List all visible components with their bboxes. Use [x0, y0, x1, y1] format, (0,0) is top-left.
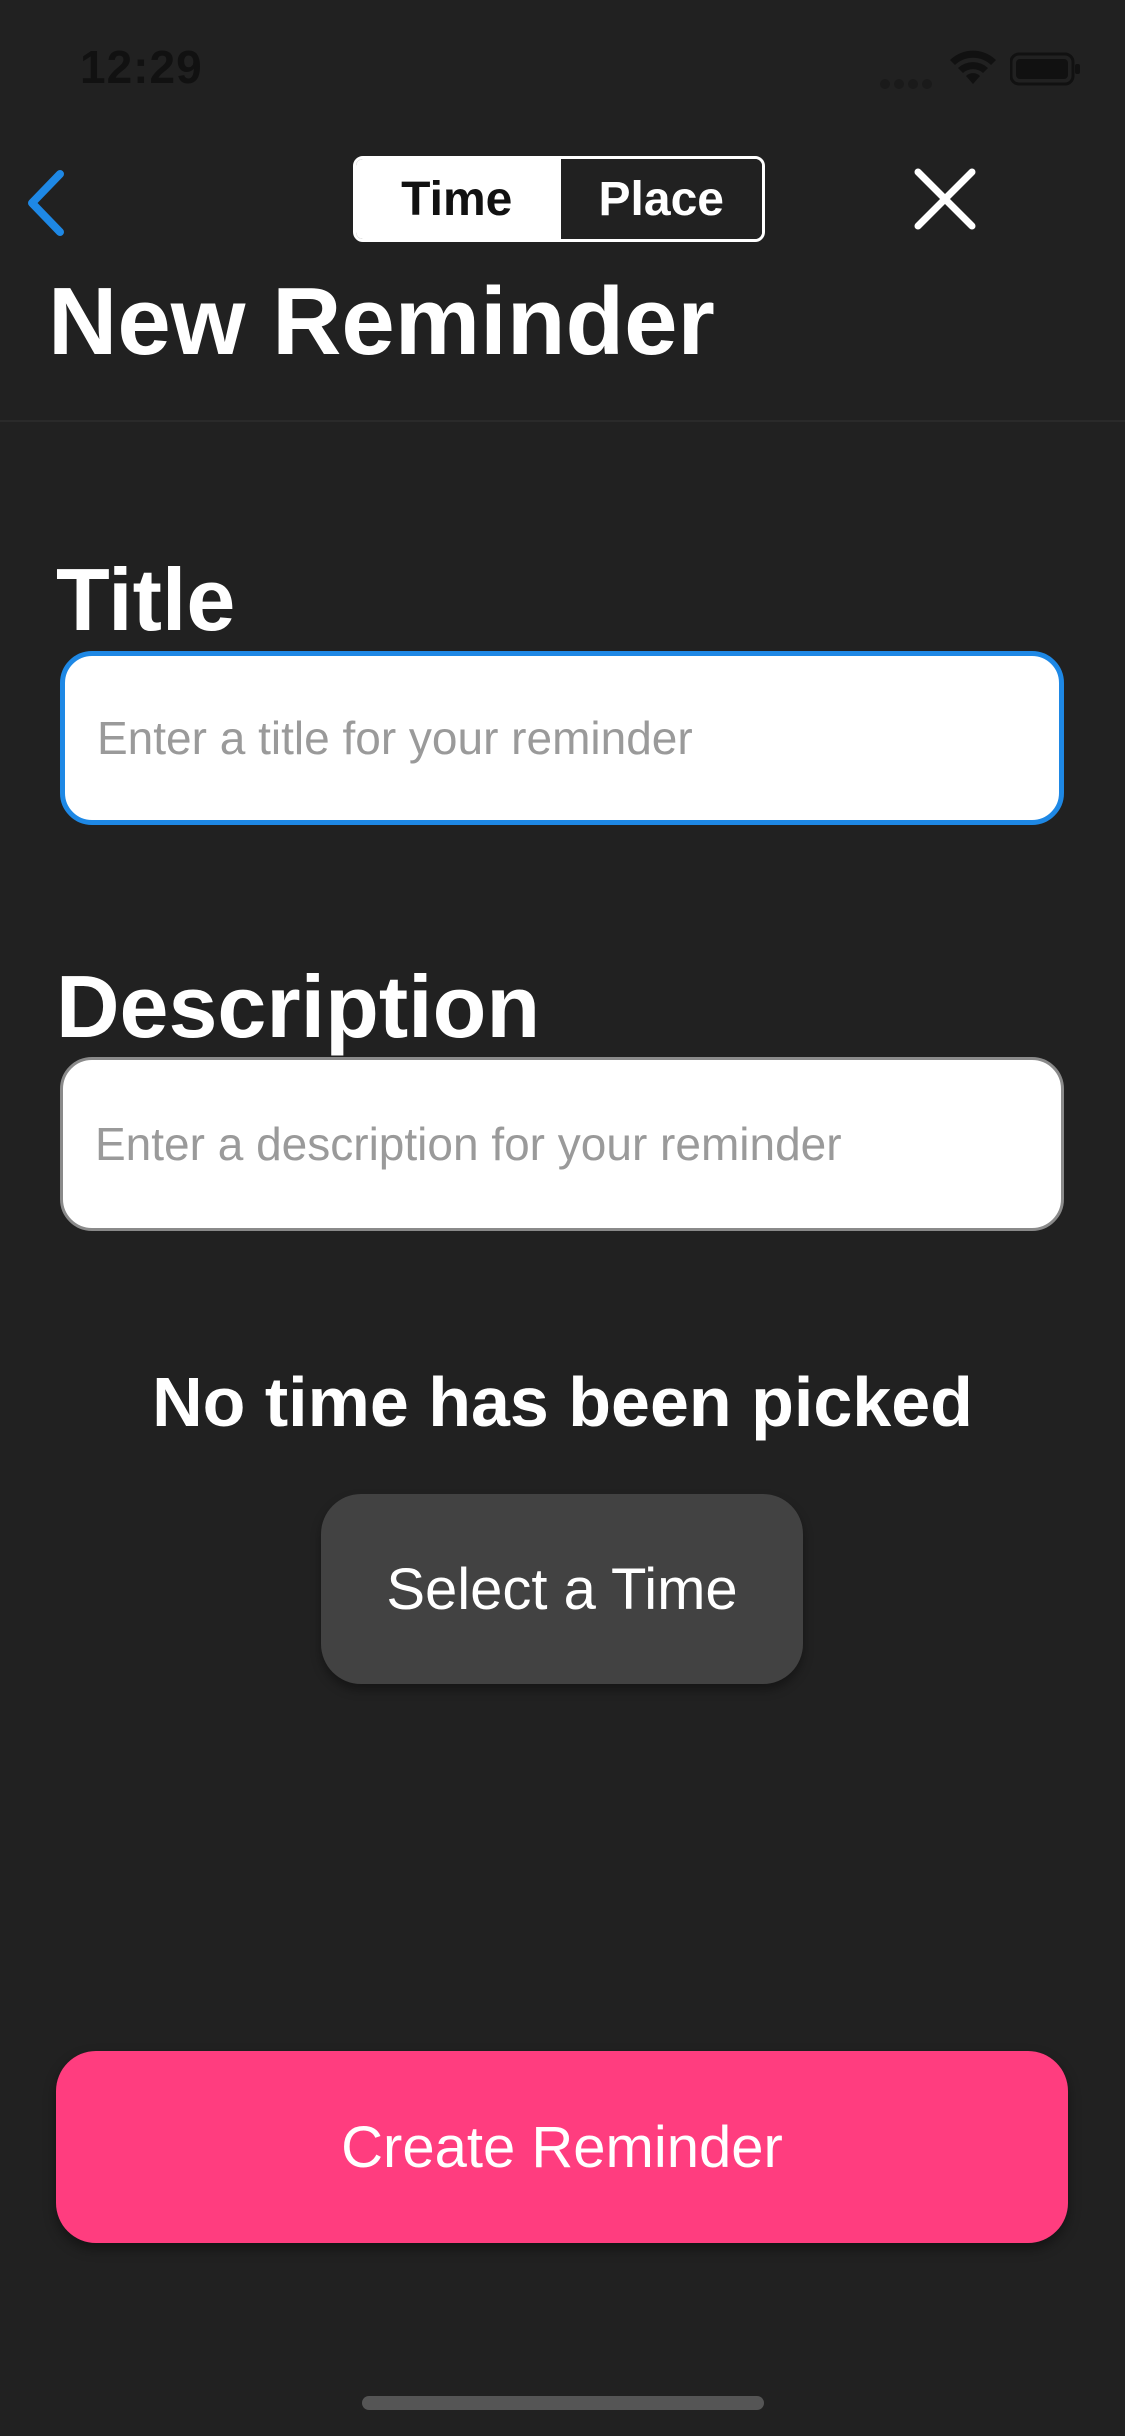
description-input[interactable]: [60, 1057, 1064, 1231]
status-bar: 12:29: [0, 0, 1125, 132]
segment-place[interactable]: Place: [557, 159, 762, 239]
chevron-left-icon: [28, 170, 64, 236]
time-status-text: No time has been picked: [152, 1363, 973, 1441]
back-button[interactable]: [18, 166, 78, 240]
close-icon: [914, 168, 976, 230]
reminder-type-segmented-control: Time Place: [353, 156, 765, 242]
title-label: Title: [56, 550, 236, 649]
navigation-bar: Time Place New Reminder: [0, 132, 1125, 422]
close-button[interactable]: [912, 166, 978, 232]
wifi-icon: [950, 50, 996, 84]
page-title: New Reminder: [48, 268, 715, 375]
segment-time[interactable]: Time: [356, 159, 558, 239]
cellular-signal-icon: [880, 76, 936, 89]
home-indicator: [362, 2396, 764, 2410]
nav-divider: [0, 420, 1125, 422]
description-label: Description: [56, 957, 541, 1056]
status-time: 12:29: [80, 41, 203, 93]
create-reminder-button[interactable]: Create Reminder: [56, 2051, 1068, 2243]
select-time-button[interactable]: Select a Time: [321, 1494, 803, 1684]
title-input[interactable]: [60, 651, 1064, 825]
battery-icon: [1010, 52, 1080, 86]
